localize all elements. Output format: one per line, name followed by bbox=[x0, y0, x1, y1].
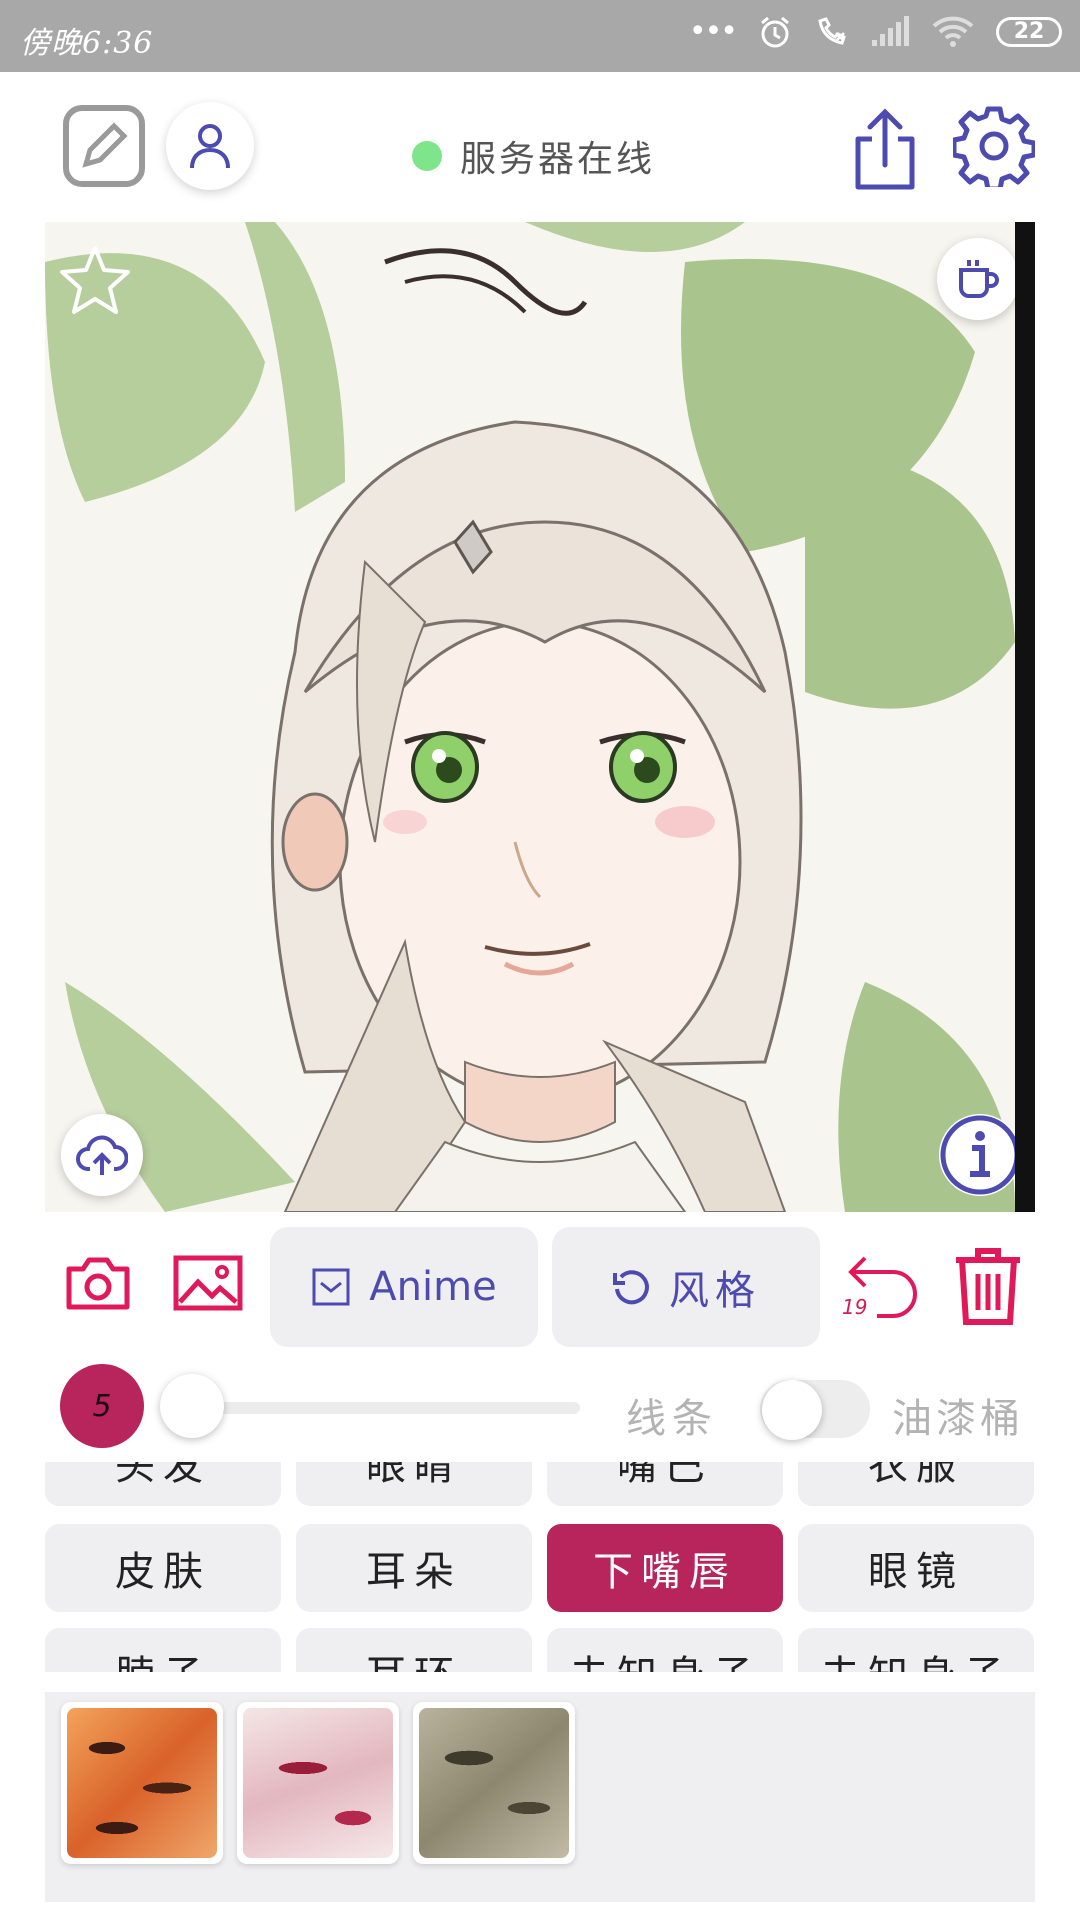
part-chip[interactable]: 嘴巴 bbox=[547, 1462, 783, 1506]
generated-anime-portrait bbox=[45, 222, 1015, 1212]
undo-count: 19 bbox=[842, 1295, 868, 1319]
part-chip[interactable]: 耳环 bbox=[296, 1628, 532, 1672]
mode-label: Anime bbox=[369, 1264, 497, 1310]
coffee-button[interactable] bbox=[937, 238, 1015, 320]
part-chip[interactable]: 衣服 bbox=[798, 1462, 1034, 1506]
edit-square-icon bbox=[63, 105, 145, 187]
user-icon bbox=[190, 124, 230, 169]
wifi-icon bbox=[932, 16, 974, 47]
server-status-label: 服务器在线 bbox=[460, 139, 656, 180]
info-icon bbox=[940, 1115, 1015, 1195]
refresh-icon bbox=[613, 1270, 649, 1305]
camera-icon bbox=[66, 1257, 130, 1310]
part-chip[interactable]: 眼镜 bbox=[798, 1524, 1034, 1612]
signal-icon bbox=[872, 15, 909, 46]
line-mode-label: 线条 bbox=[626, 1396, 718, 1442]
battery-indicator: 22 bbox=[996, 16, 1062, 47]
checkbox-icon bbox=[312, 1268, 350, 1306]
tool-row: Anime 风格 19 bbox=[0, 1225, 1080, 1350]
info-button[interactable] bbox=[939, 1114, 1015, 1196]
cloud-upload-icon bbox=[76, 1135, 128, 1175]
texture-swatch-orange[interactable] bbox=[61, 1702, 223, 1864]
brush-size-badge[interactable]: 5 bbox=[60, 1364, 144, 1448]
texture-swatch-crimson[interactable] bbox=[237, 1702, 399, 1864]
status-icons: ••• 22 bbox=[689, 14, 1062, 49]
gear-icon bbox=[953, 106, 1035, 187]
upload-button[interactable] bbox=[61, 1114, 143, 1196]
texture-swatch-panel bbox=[45, 1692, 1035, 1902]
camera-button[interactable] bbox=[62, 1247, 134, 1319]
part-chip[interactable]: 皮肤 bbox=[45, 1524, 281, 1612]
image-icon bbox=[173, 1255, 243, 1311]
more-dots-icon: ••• bbox=[688, 14, 738, 49]
brush-controls: 5 线条 油漆桶 bbox=[0, 1360, 1080, 1450]
texture-swatch-olive[interactable] bbox=[413, 1702, 575, 1864]
user-button[interactable] bbox=[166, 102, 254, 190]
part-chip-selected[interactable]: 下嘴唇 bbox=[547, 1524, 783, 1612]
paint-bucket-label: 油漆桶 bbox=[892, 1396, 1024, 1442]
part-chip[interactable]: 脖子 bbox=[45, 1628, 281, 1672]
part-chip[interactable]: 未知身子 bbox=[547, 1628, 783, 1672]
coffee-cup-icon bbox=[959, 260, 999, 298]
style-label: 风格 bbox=[669, 1268, 761, 1314]
missed-call-icon bbox=[818, 16, 846, 45]
edit-canvas-button[interactable] bbox=[62, 104, 146, 188]
crimson-marble-texture bbox=[243, 1708, 393, 1858]
orange-tiger-texture bbox=[67, 1708, 217, 1858]
share-button[interactable] bbox=[848, 106, 922, 192]
top-bar: 服务器在线 bbox=[0, 72, 1080, 222]
settings-button[interactable] bbox=[952, 104, 1036, 188]
star-outline-icon bbox=[60, 246, 130, 314]
favorite-star-button[interactable] bbox=[57, 242, 137, 322]
gallery-button[interactable] bbox=[170, 1247, 246, 1319]
fill-mode-toggle-thumb[interactable] bbox=[762, 1380, 822, 1440]
part-chip[interactable]: 眼睛 bbox=[296, 1462, 532, 1506]
style-button[interactable]: 风格 bbox=[552, 1227, 820, 1347]
status-time: 傍晚6:36 bbox=[20, 26, 154, 61]
olive-camo-texture bbox=[419, 1708, 569, 1858]
server-online-dot bbox=[412, 141, 442, 171]
delete-button[interactable] bbox=[950, 1245, 1026, 1327]
part-selector-grid: 头发 眼睛 嘴巴 衣服 皮肤 耳朵 下嘴唇 眼镜 脖子 耳环 未知身子 未知身子 bbox=[45, 1462, 1035, 1672]
trash-icon bbox=[956, 1248, 1020, 1325]
brush-size-slider-thumb[interactable] bbox=[160, 1374, 224, 1438]
part-chip[interactable]: 头发 bbox=[45, 1462, 281, 1506]
part-chip[interactable]: 耳朵 bbox=[296, 1524, 532, 1612]
server-status: 服务器在线 bbox=[412, 130, 655, 182]
share-icon bbox=[855, 108, 915, 190]
alarm-icon bbox=[761, 16, 789, 47]
part-chip[interactable]: 未知身子 bbox=[798, 1628, 1034, 1672]
drawing-canvas[interactable] bbox=[45, 222, 1035, 1212]
status-bar: 傍晚6:36 ••• 22 bbox=[0, 0, 1080, 72]
mode-anime-button[interactable]: Anime bbox=[270, 1227, 538, 1347]
